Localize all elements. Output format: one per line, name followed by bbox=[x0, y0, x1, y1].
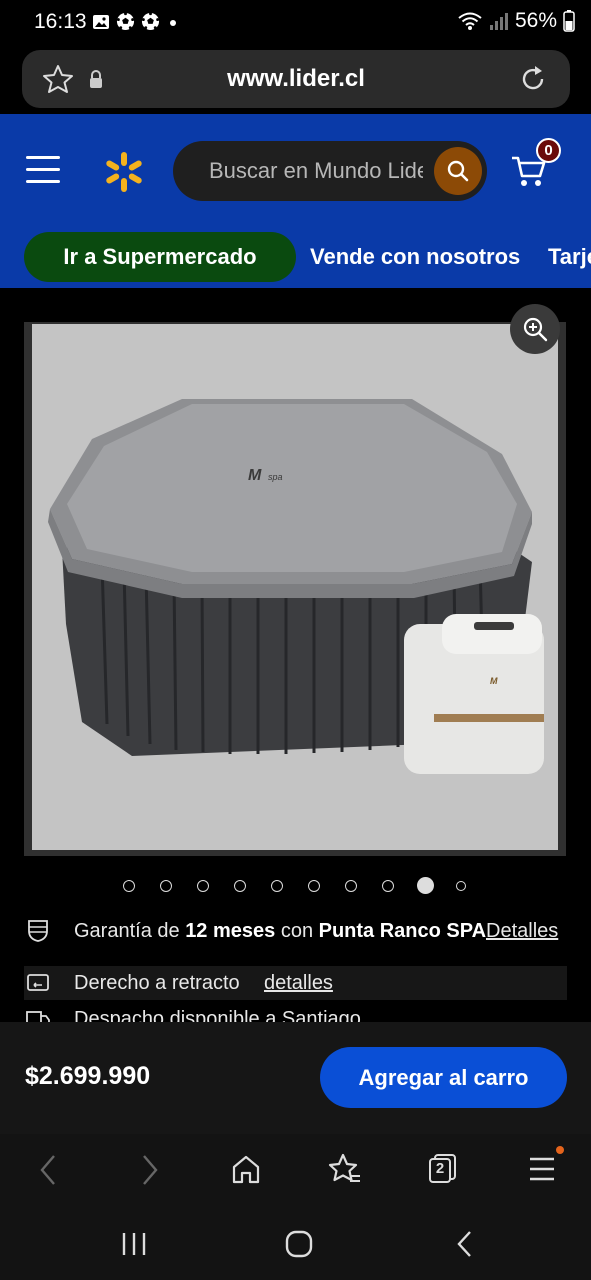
reload-icon[interactable] bbox=[518, 64, 548, 94]
warranty-details-link[interactable]: Detalles bbox=[486, 920, 558, 943]
recent-apps-icon[interactable] bbox=[120, 1230, 148, 1258]
hot-tub-illustration: M spa M bbox=[48, 399, 544, 774]
shipping-row: Despacho disponible a Santiago bbox=[0, 1006, 591, 1022]
url-text[interactable]: www.lider.cl bbox=[22, 65, 570, 93]
tabs-button[interactable]: 2 bbox=[427, 1152, 459, 1184]
carousel-dot[interactable] bbox=[160, 880, 172, 892]
system-back-icon[interactable] bbox=[455, 1230, 475, 1258]
browser-menu-icon[interactable] bbox=[529, 1152, 555, 1186]
tabs-count: 2 bbox=[435, 1160, 445, 1177]
forward-arrow-icon[interactable] bbox=[138, 1152, 162, 1188]
zoom-button[interactable] bbox=[510, 304, 560, 354]
dot-icon bbox=[170, 19, 176, 26]
shield-icon bbox=[28, 920, 48, 942]
cart-count-badge: 0 bbox=[536, 138, 561, 163]
back-arrow-icon[interactable] bbox=[36, 1152, 60, 1188]
home-icon[interactable] bbox=[231, 1152, 261, 1186]
soccer-ball-icon bbox=[141, 12, 160, 31]
nav-strip: Ir a Supermercado Vende con nosotros Tar… bbox=[0, 226, 591, 288]
carousel-dots bbox=[0, 876, 591, 896]
search-button[interactable] bbox=[434, 147, 482, 195]
battery-percent: 56% bbox=[514, 9, 557, 32]
product-image[interactable]: M spa M bbox=[32, 324, 558, 850]
return-truck-icon bbox=[27, 974, 49, 991]
product-price: $2.699.990 bbox=[25, 1062, 151, 1090]
site-header: 0 bbox=[0, 114, 591, 226]
system-navigation-bar bbox=[0, 1208, 591, 1280]
gallery-icon bbox=[93, 14, 109, 29]
warranty-text: Garantía de 12 meses con Punta Ranco SPA bbox=[74, 920, 487, 942]
browser-toolbar: 2 bbox=[0, 1134, 591, 1208]
signal-icon bbox=[489, 13, 508, 30]
carousel-dot[interactable] bbox=[271, 880, 283, 892]
carousel-dot[interactable] bbox=[382, 880, 394, 892]
status-right: 56% bbox=[457, 9, 575, 33]
warranty-row: Garantía de 12 meses con Punta Ranco SPA… bbox=[0, 918, 591, 946]
notification-dot bbox=[556, 1146, 564, 1154]
return-details-link[interactable]: detalles bbox=[264, 972, 333, 995]
search-bar[interactable] bbox=[173, 141, 487, 201]
svg-text:M: M bbox=[248, 467, 262, 484]
status-bar: 16:13 56% bbox=[0, 0, 591, 46]
add-to-cart-button[interactable]: Agregar al carro bbox=[320, 1047, 567, 1108]
return-row: Derecho a retracto detalles bbox=[0, 970, 591, 998]
nav-link-vende[interactable]: Vende con nosotros bbox=[310, 244, 520, 270]
address-bar[interactable]: www.lider.cl bbox=[22, 50, 570, 108]
battery-icon bbox=[563, 10, 575, 32]
svg-text:spa: spa bbox=[268, 472, 283, 482]
search-icon bbox=[447, 160, 469, 182]
return-text: Derecho a retracto bbox=[74, 972, 240, 994]
svg-text:M: M bbox=[490, 676, 498, 686]
product-image-frame[interactable]: M spa M bbox=[24, 322, 566, 856]
hamburger-menu-icon[interactable] bbox=[26, 156, 60, 184]
carousel-dot[interactable] bbox=[308, 880, 320, 892]
walmart-spark-logo[interactable] bbox=[102, 150, 146, 194]
nav-link-tarjeta[interactable]: Tarjeta bbox=[548, 244, 591, 270]
carousel-dot[interactable] bbox=[234, 880, 246, 892]
carousel-dot-active[interactable] bbox=[417, 877, 434, 894]
zoom-in-icon bbox=[523, 317, 548, 342]
carousel-dot[interactable] bbox=[123, 880, 135, 892]
shipping-text: Despacho disponible a Santiago bbox=[74, 1008, 361, 1022]
wifi-icon bbox=[458, 12, 482, 30]
bookmarks-star-icon[interactable] bbox=[328, 1152, 362, 1186]
home-button-icon[interactable] bbox=[285, 1230, 313, 1258]
carousel-dot[interactable] bbox=[456, 881, 466, 891]
supermarket-button[interactable]: Ir a Supermercado bbox=[24, 232, 296, 282]
buy-bar: $2.699.990 Agregar al carro bbox=[0, 1022, 591, 1134]
carousel-dot[interactable] bbox=[197, 880, 209, 892]
notification-icons bbox=[92, 12, 180, 31]
delivery-truck-icon bbox=[26, 1011, 50, 1022]
soccer-ball-icon bbox=[116, 12, 135, 31]
status-time: 16:13 bbox=[34, 10, 87, 33]
carousel-dot[interactable] bbox=[345, 880, 357, 892]
search-input[interactable] bbox=[173, 141, 423, 201]
